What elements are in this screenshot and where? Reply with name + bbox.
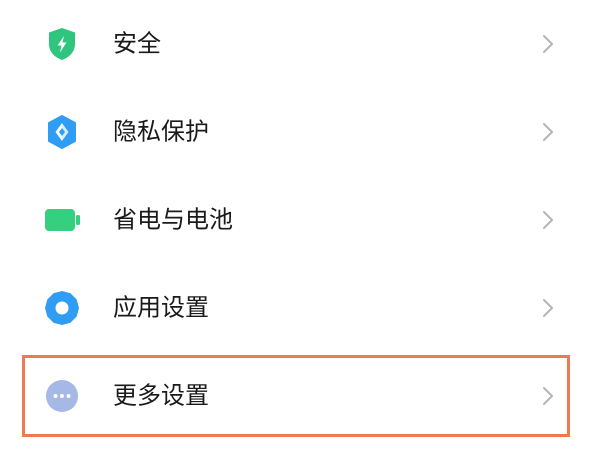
settings-item-label: 隐私保护 bbox=[113, 117, 209, 146]
settings-item-label: 更多设置 bbox=[113, 381, 209, 410]
gear-icon bbox=[45, 291, 79, 325]
settings-item-security[interactable]: 安全 bbox=[0, 0, 600, 88]
settings-item-label: 安全 bbox=[113, 29, 161, 58]
chevron-right-icon bbox=[543, 211, 553, 229]
settings-item-app-settings[interactable]: 应用设置 bbox=[0, 264, 600, 352]
chevron-right-icon bbox=[543, 35, 553, 53]
chevron-right-icon bbox=[543, 299, 553, 317]
settings-item-label: 应用设置 bbox=[113, 293, 209, 322]
more-dots-icon bbox=[46, 380, 78, 412]
privacy-shield-icon bbox=[48, 115, 76, 149]
battery-icon bbox=[45, 209, 80, 231]
settings-item-label: 省电与电池 bbox=[113, 205, 233, 234]
chevron-right-icon bbox=[543, 387, 553, 405]
settings-list: 安全 隐私保护 省电与电池 应用设置 更多设置 bbox=[0, 0, 600, 450]
settings-item-privacy[interactable]: 隐私保护 bbox=[0, 88, 600, 176]
settings-item-more-settings[interactable]: 更多设置 bbox=[0, 352, 600, 440]
chevron-right-icon bbox=[543, 123, 553, 141]
shield-bolt-icon bbox=[49, 28, 75, 60]
settings-item-battery[interactable]: 省电与电池 bbox=[0, 176, 600, 264]
